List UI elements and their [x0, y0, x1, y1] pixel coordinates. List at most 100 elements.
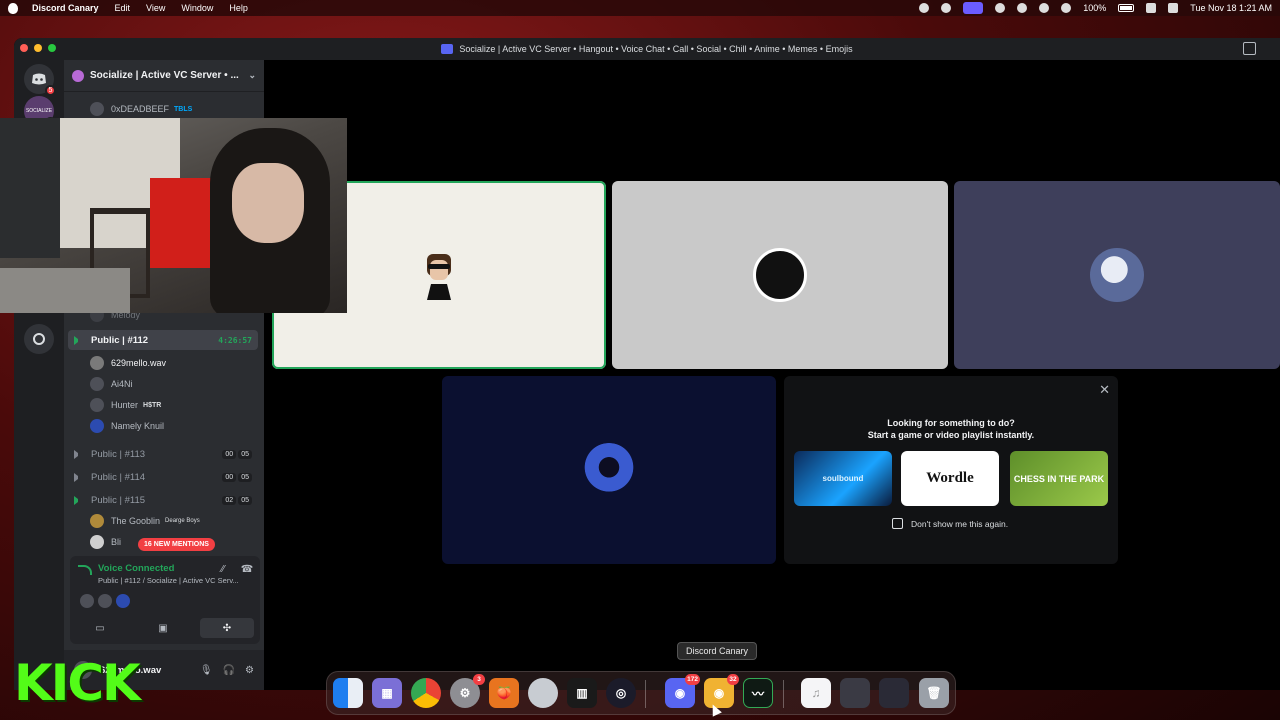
- channel-public-115[interactable]: Public | #115 02 05: [68, 490, 258, 510]
- monitor: [0, 118, 60, 258]
- user-max: 05: [238, 495, 252, 505]
- music-file-icon[interactable]: ♫: [801, 678, 831, 708]
- member-name: 0xDEADBEEF: [111, 104, 170, 114]
- voice-member[interactable]: 629mello.wav: [90, 354, 166, 372]
- user-count: 02: [222, 495, 237, 505]
- wifi-icon[interactable]: [1061, 3, 1072, 13]
- activities-button[interactable]: ✣: [200, 618, 254, 638]
- avatar[interactable]: [98, 594, 112, 608]
- activity-heading: Looking for something to do?: [887, 418, 1015, 428]
- voice-member[interactable]: Namely Knuil: [90, 417, 164, 435]
- video-tile[interactable]: [442, 376, 776, 564]
- trash-icon[interactable]: 🗑: [919, 678, 949, 708]
- game-wordle[interactable]: Wordle: [901, 451, 999, 506]
- activity-monitor-icon[interactable]: 〰: [743, 678, 773, 708]
- new-mentions-pill[interactable]: 16 NEW MENTIONS: [138, 538, 215, 551]
- minimize-window-button[interactable]: [34, 44, 42, 52]
- user-max: 05: [238, 449, 252, 459]
- avatar[interactable]: [116, 594, 130, 608]
- obs-icon[interactable]: ◎: [606, 678, 636, 708]
- compressor-icon[interactable]: [528, 678, 558, 708]
- control-center-icon[interactable]: [1168, 3, 1179, 13]
- voice-member[interactable]: 0xDEADBEEF TBLS: [90, 100, 192, 118]
- menu-help[interactable]: Help: [229, 3, 248, 13]
- user-controls: 🎙 🎧 ⚙: [200, 665, 254, 676]
- camera-off-icon[interactable]: ▭: [74, 618, 126, 638]
- obs-icon[interactable]: [941, 3, 952, 13]
- zoom-window-button[interactable]: [48, 44, 56, 52]
- recent-window-thumbnail[interactable]: [879, 678, 909, 708]
- gear-icon[interactable]: ⚙: [245, 665, 254, 676]
- dock: ▦ ⚙ 3 🍑 ▥ ◎ ◉ 172 ◉ 32 〰 ♫ 🗑: [326, 671, 956, 715]
- channel-name: Public | #114: [91, 471, 146, 483]
- piano-icon[interactable]: ▥: [567, 678, 597, 708]
- channel-name: Public | #112: [91, 334, 149, 346]
- speaker-icon: [74, 449, 83, 459]
- recent-window-thumbnail[interactable]: [840, 678, 870, 708]
- menu-edit[interactable]: Edit: [115, 3, 131, 13]
- close-icon[interactable]: ✕: [1099, 382, 1110, 398]
- disconnect-icon[interactable]: ☎: [240, 564, 254, 578]
- menu-clock[interactable]: Tue Nov 18 1:21 AM: [1190, 3, 1272, 13]
- microphone-icon[interactable]: 🎙: [200, 665, 213, 676]
- game-soulbound[interactable]: soulbound: [794, 451, 892, 506]
- avatar[interactable]: [80, 594, 94, 608]
- close-window-button[interactable]: [20, 44, 28, 52]
- menu-window[interactable]: Window: [181, 3, 213, 13]
- discord-canary-icon[interactable]: ◉ 32: [704, 674, 739, 708]
- dont-show-again[interactable]: Don't show me this again.: [892, 518, 1008, 529]
- voice-connected-panel: Voice Connected Public | #112 / Socializ…: [70, 556, 260, 644]
- menu-app-name[interactable]: Discord Canary: [32, 3, 99, 13]
- channel-public-114[interactable]: Public | #114 00 05: [68, 467, 258, 487]
- channel-public-112[interactable]: Public | #112 4:26:57: [68, 330, 258, 350]
- activity-suggestion-card: ✕ Looking for something to do? Start a g…: [784, 376, 1118, 564]
- home-button[interactable]: 5: [24, 64, 56, 96]
- battery-icon[interactable]: [1118, 4, 1135, 12]
- server-header[interactable]: Socialize | Active VC Server • ... ⌄: [64, 60, 264, 92]
- launchpad-icon[interactable]: ▦: [372, 678, 402, 708]
- search-icon[interactable]: [1146, 3, 1157, 13]
- avatar: [427, 254, 451, 300]
- speaker-icon: [74, 335, 83, 345]
- chevron-down-icon: ⌄: [248, 70, 256, 80]
- record-icon[interactable]: [919, 3, 930, 13]
- screen-share-button[interactable]: ▣: [132, 618, 194, 638]
- menu-view[interactable]: View: [146, 3, 165, 13]
- window-controls: [20, 44, 56, 52]
- channel-public-113[interactable]: Public | #113 00 05: [68, 444, 258, 464]
- now-playing-icon[interactable]: [1039, 3, 1050, 13]
- video-tile[interactable]: [612, 181, 948, 369]
- server-title-icon: [441, 44, 454, 54]
- finder-icon[interactable]: [333, 678, 363, 708]
- voice-member[interactable]: Ai4Ni: [90, 375, 133, 393]
- dont-show-label: Don't show me this again.: [911, 518, 1009, 529]
- voice-member[interactable]: Hunter H$TR: [90, 396, 161, 414]
- system-settings-icon[interactable]: ⚙ 3: [450, 674, 485, 708]
- apple-menu-icon[interactable]: [8, 2, 18, 14]
- avatar: [753, 248, 807, 302]
- member-name: Ai4Ni: [111, 379, 133, 389]
- dock-separator: [645, 680, 646, 708]
- inbox-icon[interactable]: [1243, 42, 1256, 55]
- window-titlebar: Socialize | Active VC Server • Hangout •…: [14, 38, 1280, 60]
- game-chess-in-the-park[interactable]: CHESS IN THE PARK: [1010, 451, 1108, 506]
- webcam-overlay: [0, 118, 347, 313]
- headphones-icon[interactable]: 🎧: [223, 665, 235, 676]
- avatar: [1090, 248, 1144, 302]
- member-name: Hunter: [111, 400, 139, 410]
- voice-member[interactable]: The Gooblin Dearge Boys: [90, 512, 200, 530]
- discord-icon[interactable]: ◉ 172: [665, 674, 700, 708]
- noise-suppression-icon[interactable]: ⁄⁄: [216, 564, 230, 578]
- video-tile[interactable]: [954, 181, 1280, 369]
- signal-icon[interactable]: [78, 565, 92, 575]
- chrome-icon[interactable]: [411, 678, 441, 708]
- dont-show-checkbox[interactable]: [892, 518, 903, 529]
- server-item[interactable]: [24, 324, 54, 354]
- airdrop-icon[interactable]: [995, 3, 1006, 13]
- screen-share-icon[interactable]: [963, 2, 984, 14]
- fl-studio-icon[interactable]: 🍑: [489, 678, 519, 708]
- voice-member[interactable]: Bli: [90, 533, 121, 551]
- focus-moon-icon[interactable]: [1017, 3, 1028, 13]
- voice-status[interactable]: Voice Connected: [98, 563, 174, 574]
- dock-tooltip: Discord Canary: [677, 642, 758, 660]
